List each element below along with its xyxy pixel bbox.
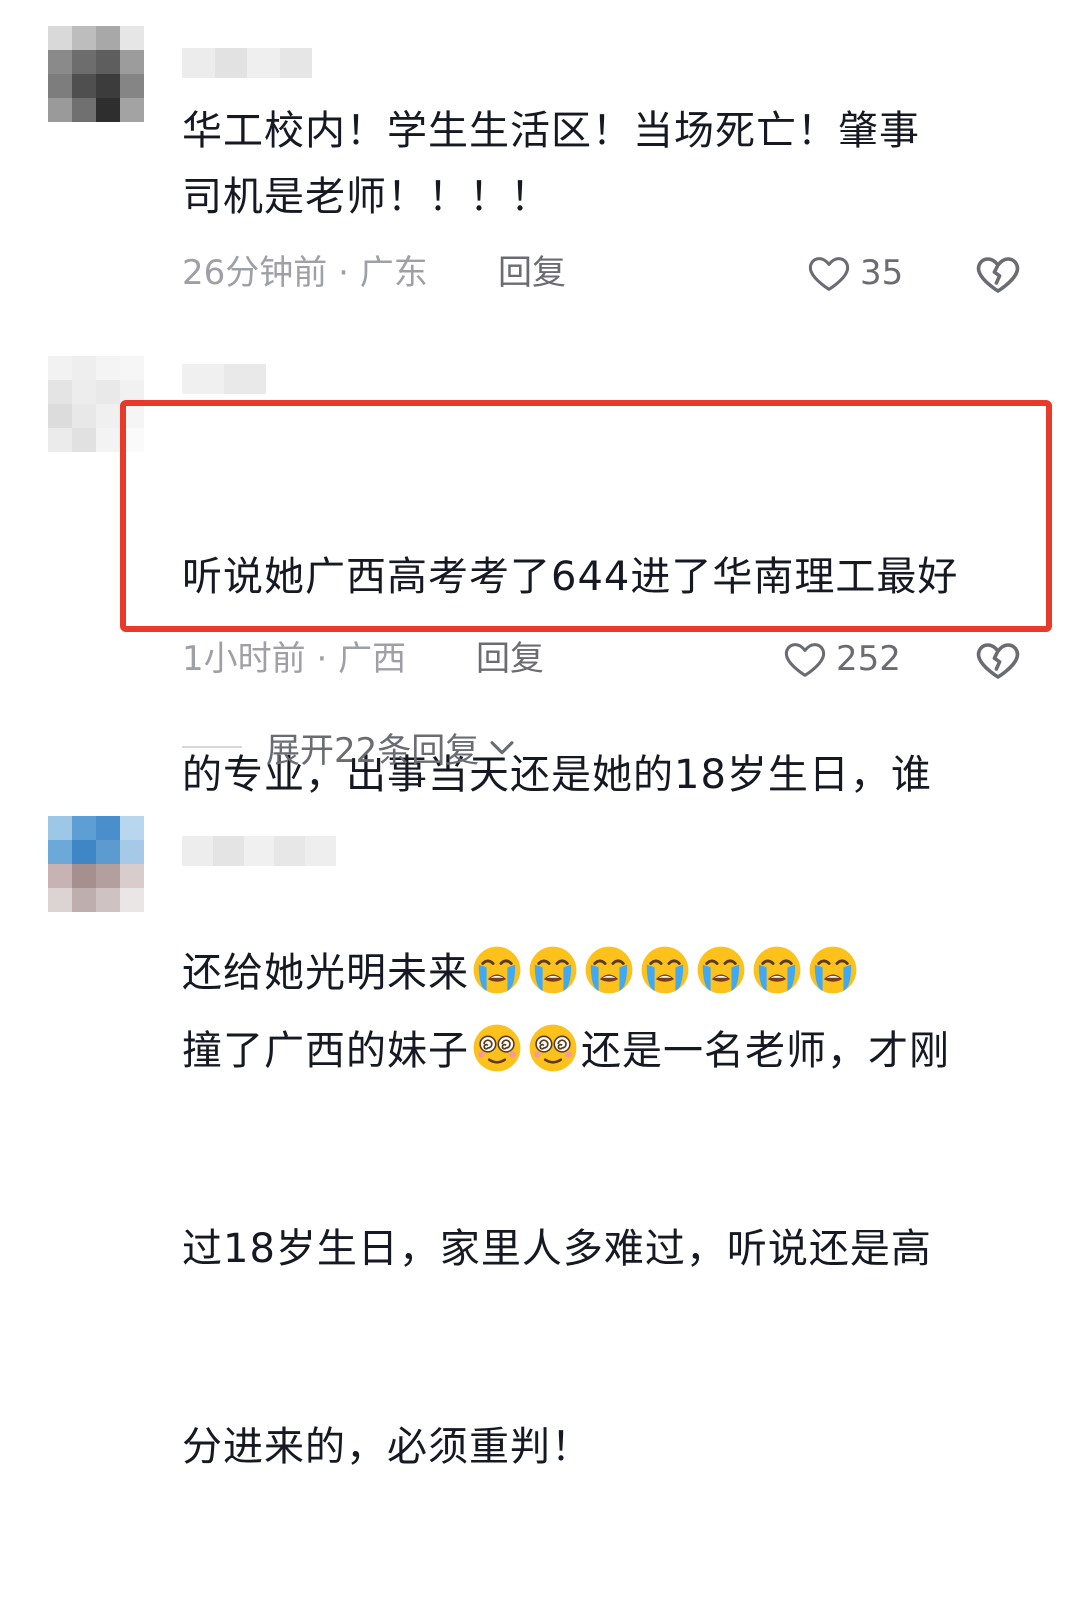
avatar[interactable]: [48, 356, 144, 452]
dizzy-face-icon: [473, 1024, 521, 1072]
comment-item: 撞了广西的妹子 还是一名老师，才刚 过18岁生日，家里人多难过，听说还是高 分进来…: [0, 800, 1080, 1470]
avatar[interactable]: [48, 26, 144, 122]
divider: [182, 746, 242, 748]
emoji-group: [469, 1024, 581, 1074]
comment-text: 华工校内！学生生活区！当场死亡！肇事 司机是老师！！！！: [182, 108, 920, 220]
dizzy-face-icon: [529, 1024, 577, 1072]
comment-meta: 26分钟前 · 广东: [182, 248, 428, 298]
username[interactable]: [182, 364, 266, 394]
like-count: 252: [836, 639, 901, 679]
expand-replies-button[interactable]: 展开22条回复: [182, 722, 519, 772]
comment-text-line: 分进来的，必须重判！: [182, 1424, 592, 1470]
heart-outline-icon: [808, 257, 850, 291]
reply-button[interactable]: 回复: [476, 634, 544, 684]
like-count: 35: [860, 253, 904, 293]
broken-heart-icon: [976, 257, 1020, 293]
comment-item: 华工校内！学生生活区！当场死亡！肇事 司机是老师！！！！ 26分钟前 · 广东 …: [0, 0, 1080, 330]
comment-text-line: 过18岁生日，家里人多难过，听说还是高: [182, 1226, 932, 1272]
comment-text-line: 听说她广西高考考了644进了华南理工最好: [182, 554, 959, 600]
like-button[interactable]: 35: [806, 248, 903, 298]
comment-text-segment: 还是一名老师，才刚: [581, 1028, 950, 1074]
comment-meta: 1小时前 · 广西: [182, 634, 406, 684]
avatar[interactable]: [48, 816, 144, 912]
comment-time: 1小时前: [182, 639, 306, 679]
reply-button[interactable]: 回复: [498, 248, 566, 298]
username[interactable]: [182, 836, 336, 866]
dislike-button[interactable]: [974, 636, 1022, 684]
expand-replies-label: 展开22条回复: [266, 730, 480, 771]
username[interactable]: [182, 48, 312, 78]
comment-text-segment: 撞了广西的妹子: [182, 1028, 469, 1074]
chevron-down-icon: [490, 741, 514, 755]
broken-heart-icon: [976, 643, 1020, 679]
comment-text: 撞了广西的妹子 还是一名老师，才刚 过18岁生日，家里人多难过，听说还是高 分进来…: [182, 886, 1042, 1612]
heart-outline-icon: [784, 643, 826, 677]
dislike-button[interactable]: [974, 250, 1022, 298]
comment-text-line: 撞了广西的妹子 还是一名老师，才刚: [182, 1018, 1042, 1084]
like-button[interactable]: 252: [782, 634, 901, 684]
comment-location: · 广东: [338, 253, 428, 293]
comment-location: · 广西: [316, 639, 407, 679]
comment-time: 26分钟前: [182, 253, 328, 293]
